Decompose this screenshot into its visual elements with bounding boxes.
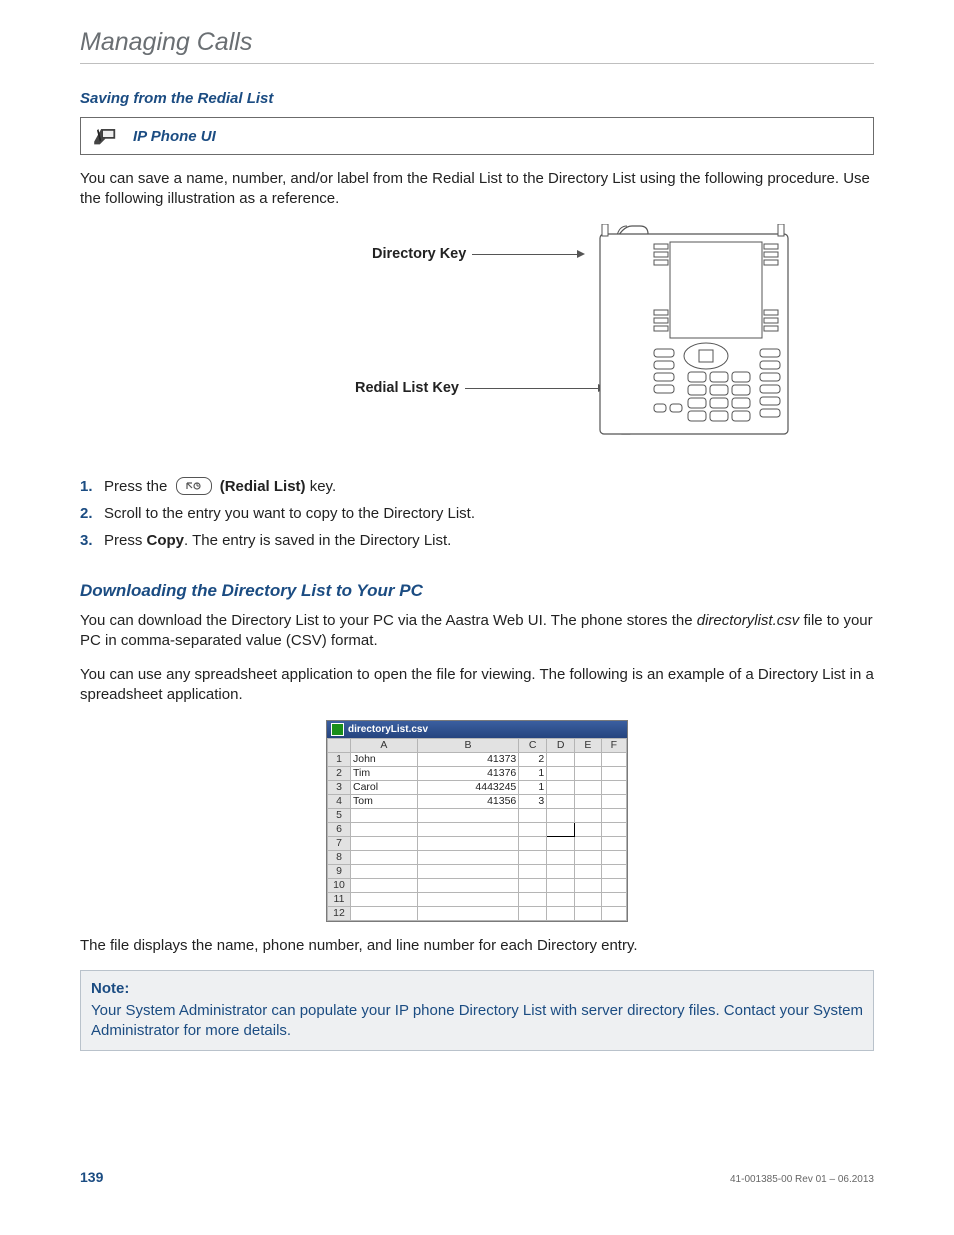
section-heading-saving: Saving from the Redial List: [80, 90, 874, 107]
filename-ref: directorylist.csv: [697, 612, 800, 629]
spreadsheet-grid: ABC DEF 1John413732 2Tim413761 3Carol444…: [327, 738, 627, 921]
step-1-post: key.: [310, 478, 336, 495]
download-p1: You can download the Directory List to y…: [80, 611, 874, 652]
desk-phone-line-art: [532, 224, 792, 449]
step-2: Scroll to the entry you want to copy to …: [80, 503, 874, 524]
excel-icon: [331, 723, 344, 736]
note-heading: Note:: [91, 979, 863, 999]
note-body: Your System Administrator can populate y…: [91, 1001, 863, 1042]
spreadsheet-filename: directoryList.csv: [348, 724, 428, 735]
desk-phone-icon: [81, 118, 133, 154]
directory-key-label: Directory Key: [372, 246, 466, 262]
note-box: Note: Your System Administrator can popu…: [80, 970, 874, 1051]
spreadsheet-screenshot: directoryList.csv ABC DEF 1John413732 2T…: [326, 720, 628, 922]
step-3-post: . The entry is saved in the Directory Li…: [184, 532, 451, 549]
ip-phone-ui-label: IP Phone UI: [133, 128, 216, 145]
page-title: Managing Calls: [80, 28, 874, 64]
step-1-key: (Redial List): [220, 478, 306, 495]
doc-revision: 41-001385-00 Rev 01 – 06.2013: [730, 1174, 874, 1185]
step-1: Press the (Redial List) key.: [80, 476, 874, 497]
section-heading-download: Downloading the Directory List to Your P…: [80, 581, 874, 601]
ip-phone-ui-callout: IP Phone UI: [80, 117, 874, 155]
intro-paragraph: You can save a name, number, and/or labe…: [80, 169, 874, 210]
step-3-pre: Press: [104, 532, 147, 549]
download-p2: You can use any spreadsheet application …: [80, 665, 874, 706]
step-3-bold: Copy: [147, 532, 185, 549]
redial-key-label: Redial List Key: [355, 380, 459, 396]
phone-illustration: Directory Key Redial List Key: [80, 224, 874, 454]
step-1-pre: Press the: [104, 478, 172, 495]
procedure-list: Press the (Redial List) key. Scroll to t…: [80, 476, 874, 551]
step-3: Press Copy. The entry is saved in the Di…: [80, 530, 874, 551]
download-p3: The file displays the name, phone number…: [80, 936, 874, 956]
redial-list-key-icon: [176, 477, 212, 495]
spreadsheet-titlebar: directoryList.csv: [327, 721, 627, 738]
page-number: 139: [80, 1169, 103, 1185]
